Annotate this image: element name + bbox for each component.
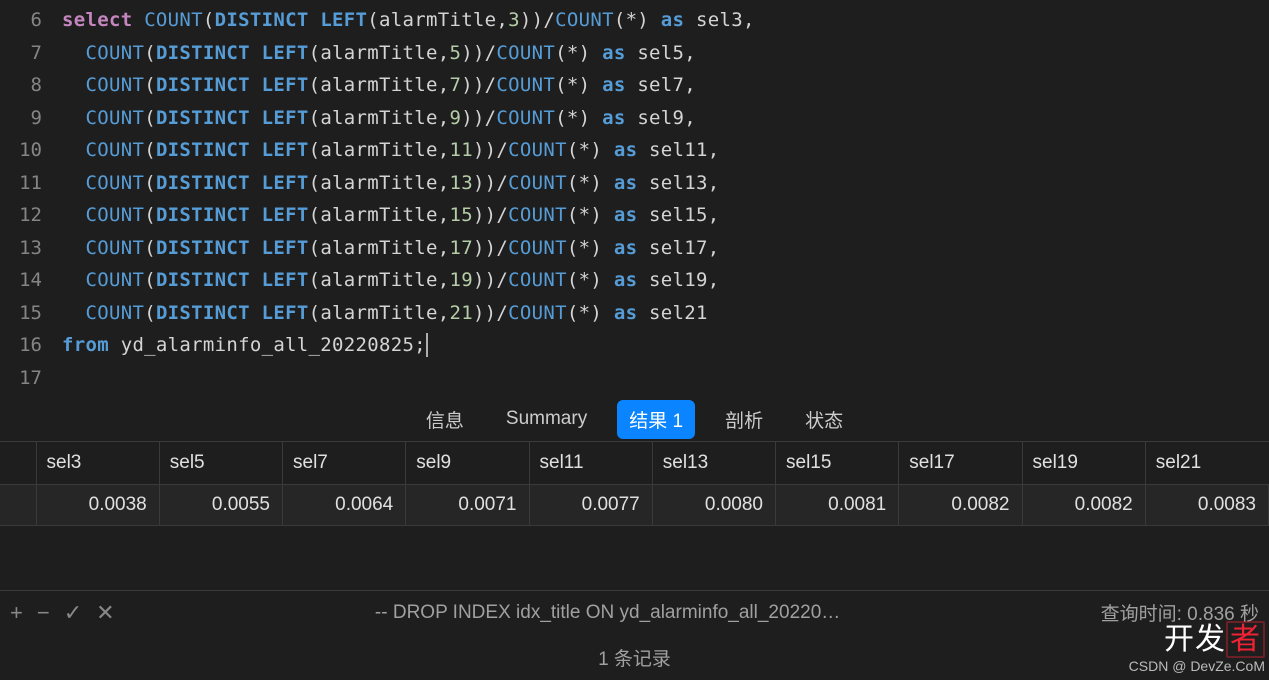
line-number: 11 [0,167,62,200]
text-cursor [426,333,428,357]
tab-Summary[interactable]: Summary [494,402,599,436]
tab-结果 1[interactable]: 结果 1 [617,400,695,439]
column-header[interactable]: sel15 [776,442,899,485]
column-header[interactable]: sel7 [283,442,406,485]
column-header[interactable]: sel19 [1022,442,1145,485]
watermark-main: 开发 [1164,623,1226,656]
line-number: 16 [0,329,62,362]
cell[interactable]: 0.0064 [283,485,406,526]
tab-剖析[interactable]: 剖析 [713,400,775,439]
results-table[interactable]: sel3sel5sel7sel9sel11sel13sel15sel17sel1… [0,442,1269,526]
remove-row-icon[interactable]: − [37,600,50,626]
code-line[interactable]: COUNT(DISTINCT LEFT(alarmTitle,15))/COUN… [62,199,1269,232]
csdn-label: CSDN @ [1129,658,1187,674]
line-number: 8 [0,69,62,102]
results-tabbar: 信息 Summary 结果 1 剖析状态 [0,397,1269,441]
cell[interactable]: 0.0071 [406,485,529,526]
line-number: 9 [0,102,62,135]
table-header-row: sel3sel5sel7sel9sel11sel13sel15sel17sel1… [0,442,1269,485]
column-header[interactable]: sel9 [406,442,529,485]
code-editor[interactable]: 67891011121314151617 select COUNT(DISTIN… [0,0,1269,397]
code-line[interactable]: COUNT(DISTINCT LEFT(alarmTitle,21))/COUN… [62,297,1269,330]
cell[interactable]: 0.0080 [652,485,775,526]
code-line[interactable] [62,362,1269,395]
row-selector[interactable] [0,485,36,526]
line-number: 15 [0,297,62,330]
line-number: 7 [0,37,62,70]
add-row-icon[interactable]: + [10,600,23,626]
watermark: 开发者 CSDN @ DevZe.CoM [1129,614,1265,674]
code-line[interactable]: COUNT(DISTINCT LEFT(alarmTitle,5))/COUNT… [62,37,1269,70]
results-panel: sel3sel5sel7sel9sel11sel13sel15sel17sel1… [0,441,1269,590]
cell[interactable]: 0.0055 [159,485,282,526]
status-bar: + − ✓ ✕ -- DROP INDEX idx_title ON yd_al… [0,590,1269,634]
code-line[interactable]: COUNT(DISTINCT LEFT(alarmTitle,17))/COUN… [62,232,1269,265]
watermark-red: 者 [1226,621,1265,658]
tab-信息[interactable]: 信息 [414,400,476,439]
code-line[interactable]: COUNT(DISTINCT LEFT(alarmTitle,11))/COUN… [62,134,1269,167]
cancel-icon[interactable]: ✕ [96,600,114,626]
code-line[interactable]: COUNT(DISTINCT LEFT(alarmTitle,19))/COUN… [62,264,1269,297]
column-header[interactable]: sel21 [1145,442,1268,485]
commit-icon[interactable]: ✓ [64,600,82,626]
last-query-text: -- DROP INDEX idx_title ON yd_alarminfo_… [135,602,1081,624]
code-line[interactable]: select COUNT(DISTINCT LEFT(alarmTitle,3)… [62,4,1269,37]
column-header[interactable]: sel5 [159,442,282,485]
line-number: 17 [0,362,62,395]
column-header[interactable]: sel13 [652,442,775,485]
code-content[interactable]: select COUNT(DISTINCT LEFT(alarmTitle,3)… [62,0,1269,397]
column-header[interactable]: sel11 [529,442,652,485]
line-number: 12 [0,199,62,232]
row-selector-header [0,442,36,485]
code-line[interactable]: COUNT(DISTINCT LEFT(alarmTitle,9))/COUNT… [62,102,1269,135]
table-row[interactable]: 0.00380.00550.00640.00710.00770.00800.00… [0,485,1269,526]
code-line[interactable]: COUNT(DISTINCT LEFT(alarmTitle,7))/COUNT… [62,69,1269,102]
footer-bar: 1 条记录 [0,634,1269,680]
cell[interactable]: 0.0082 [899,485,1022,526]
tab-状态[interactable]: 状态 [793,400,855,439]
watermark-sub: DevZe.CoM [1190,658,1265,674]
record-count: 1 条记录 [0,644,1269,671]
column-header[interactable]: sel3 [36,442,159,485]
column-header[interactable]: sel17 [899,442,1022,485]
code-line[interactable]: COUNT(DISTINCT LEFT(alarmTitle,13))/COUN… [62,167,1269,200]
cell[interactable]: 0.0077 [529,485,652,526]
cell[interactable]: 0.0081 [776,485,899,526]
table-body: 0.00380.00550.00640.00710.00770.00800.00… [0,485,1269,526]
line-number: 6 [0,4,62,37]
cell[interactable]: 0.0083 [1145,485,1268,526]
code-line[interactable]: from yd_alarminfo_all_20220825; [62,329,1269,362]
line-number: 14 [0,264,62,297]
line-number: 13 [0,232,62,265]
line-gutter: 67891011121314151617 [0,0,62,397]
line-number: 10 [0,134,62,167]
cell[interactable]: 0.0038 [36,485,159,526]
cell[interactable]: 0.0082 [1022,485,1145,526]
